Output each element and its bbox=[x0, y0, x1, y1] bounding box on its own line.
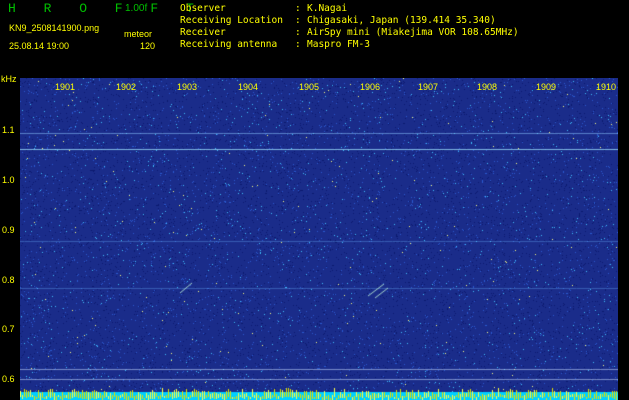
info-key: Receiving antenna bbox=[180, 39, 278, 50]
mode-label: meteor bbox=[124, 29, 153, 39]
info-key: Receiver bbox=[180, 27, 226, 38]
meteor-count: 120 bbox=[140, 41, 156, 51]
y-tick-label: 1.1 bbox=[2, 125, 15, 135]
info-row-receiver: Receiver: AirSpy mini (Miakejima VOR 108.… bbox=[180, 27, 519, 38]
x-tick-label: 1902 bbox=[116, 82, 137, 92]
timestamp: 25.08.14 19:00 bbox=[9, 41, 70, 51]
x-tick-label: 1903 bbox=[177, 82, 198, 92]
x-tick-label: 1905 bbox=[299, 82, 320, 92]
x-tick-label: 1907 bbox=[418, 82, 439, 92]
info-value: K.Nagai bbox=[307, 3, 348, 14]
info-value: Maspro FM-3 bbox=[307, 39, 370, 50]
y-tick-label: 0.9 bbox=[2, 225, 15, 235]
y-tick-label: 0.7 bbox=[2, 324, 15, 334]
version-label: 1.00f bbox=[125, 3, 148, 14]
x-tick-label: 1910 bbox=[596, 82, 617, 92]
spectrogram-canvas bbox=[20, 78, 618, 400]
file-name: KN9_2508141900.png bbox=[9, 23, 100, 33]
app-title: H R O F F T bbox=[8, 1, 204, 16]
x-tick-label: 1906 bbox=[360, 82, 381, 92]
x-tick-label: 1909 bbox=[536, 82, 557, 92]
info-row-antenna: Receiving antenna: Maspro FM-3 bbox=[180, 39, 370, 50]
right-margin bbox=[618, 78, 629, 400]
header-panel: H R O F F T 1.00f KN9_2508141900.png met… bbox=[0, 0, 629, 78]
station-info: Observer: K.Nagai Receiving Location: Chig… bbox=[180, 3, 519, 51]
info-key: Observer bbox=[180, 3, 226, 14]
info-key: Receiving Location bbox=[180, 15, 283, 26]
x-tick-label: 1908 bbox=[477, 82, 498, 92]
x-tick-label: 1904 bbox=[238, 82, 259, 92]
y-tick-label: 0.6 bbox=[2, 374, 15, 384]
info-row-location: Receiving Location: Chigasaki, Japan (139… bbox=[180, 15, 496, 26]
y-tick-label: 0.8 bbox=[2, 275, 15, 285]
info-row-observer: Observer: K.Nagai bbox=[180, 3, 348, 14]
info-value: AirSpy mini (Miakejima VOR 108.65MHz) bbox=[307, 27, 519, 38]
y-axis-unit: kHz bbox=[1, 74, 17, 84]
spectrogram bbox=[20, 78, 618, 400]
x-tick-label: 1901 bbox=[55, 82, 76, 92]
y-tick-label: 1.0 bbox=[2, 175, 15, 185]
info-value: Chigasaki, Japan (139.414 35.340) bbox=[307, 15, 496, 26]
